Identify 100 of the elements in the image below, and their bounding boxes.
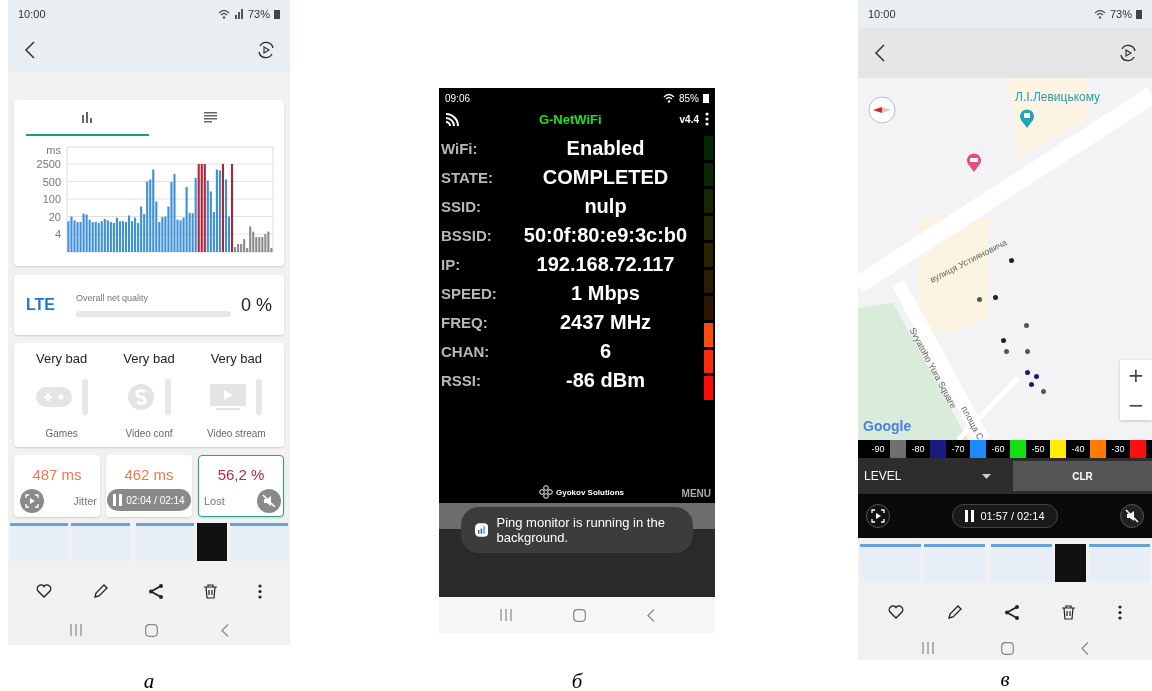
heart-icon[interactable] (887, 605, 904, 619)
info-value: COMPLETED (541, 166, 670, 189)
tick-label: 500 (42, 175, 61, 188)
legend-label: -90 (870, 443, 886, 456)
zoom-out-button[interactable]: − (1120, 390, 1152, 420)
thumbnail-image[interactable] (1088, 544, 1150, 582)
thumbnail-image[interactable] (924, 544, 986, 582)
battery-percent: 73% (1109, 8, 1132, 20)
stat-label: Jitter (73, 495, 97, 507)
info-label: IP: (441, 256, 462, 273)
battery-icon (703, 93, 709, 103)
legend-label: -70 (950, 443, 966, 456)
more-icon[interactable] (1118, 604, 1123, 620)
info-value: Enabled (565, 137, 646, 160)
legend-label: -60 (990, 443, 1006, 456)
zoom-in-button[interactable]: + (1120, 360, 1152, 390)
figure-caption: в (1000, 667, 1010, 691)
back-icon[interactable] (874, 44, 886, 62)
thumbnail-image[interactable] (229, 523, 288, 561)
trash-icon[interactable] (1062, 604, 1076, 620)
info-value: 192.168.72.117 (535, 253, 676, 276)
mute-icon[interactable] (1120, 504, 1144, 528)
usage-rating: Very bad (123, 351, 175, 366)
pencil-icon[interactable] (93, 583, 109, 599)
thumbnail-image[interactable] (991, 544, 1053, 582)
usage-rating: Very bad (210, 351, 262, 366)
tick-label: 4 (54, 228, 61, 240)
list-icon (204, 111, 217, 123)
more-icon[interactable] (705, 112, 709, 126)
legend-label: -50 (1030, 443, 1046, 456)
battery-icon (274, 9, 280, 19)
recents-icon[interactable] (921, 642, 934, 654)
recents-icon[interactable] (499, 609, 512, 621)
home-icon[interactable] (144, 623, 158, 637)
signal-icon (233, 9, 244, 19)
pencil-icon[interactable] (946, 604, 962, 620)
location-pin-icon[interactable] (1019, 108, 1035, 128)
legend-label: -80 (910, 443, 926, 456)
rotate-icon[interactable] (256, 40, 276, 60)
thumbnail-image[interactable] (197, 523, 227, 561)
info-value: -86 dBm (565, 369, 646, 392)
wifi-logo-icon (445, 111, 461, 127)
map-attribution: Google (863, 418, 912, 434)
company-logo-icon (539, 485, 553, 499)
trash-icon[interactable] (203, 583, 217, 599)
app-version: v4.4 (679, 113, 699, 125)
usage-rating: Very bad (36, 351, 88, 366)
home-icon[interactable] (1000, 641, 1014, 655)
chat-app-icon (127, 383, 155, 411)
toast-text: Ping monitor is running in the background. (496, 515, 666, 545)
playback-time: 01:57 / 02:14 (980, 510, 1045, 522)
menu-button[interactable]: MENU (681, 488, 711, 499)
home-icon[interactable] (572, 608, 586, 622)
info-label: SSID: (441, 198, 482, 215)
share-icon[interactable] (1004, 604, 1019, 620)
back-icon[interactable] (24, 41, 36, 59)
app-title: G-NetWiFi (537, 111, 603, 127)
playback-pill[interactable]: 01:57 / 02:14 (952, 504, 1058, 528)
thumbnail-image[interactable] (71, 523, 130, 561)
more-icon[interactable] (257, 583, 262, 599)
thumbnail-image[interactable] (135, 523, 195, 561)
tick-label: 2500 (36, 158, 61, 170)
info-label: SPEED: (441, 285, 498, 302)
quality-value: 0 % (240, 294, 272, 316)
stat-card[interactable]: 56,2 % Lost (198, 455, 284, 517)
pause-icon[interactable] (965, 510, 975, 522)
legend-label: -30 (1110, 443, 1126, 456)
bar-chart-icon (81, 111, 94, 123)
info-value: 1 Mbps (570, 282, 641, 305)
map-label: Л.І.Левицькому (1015, 90, 1101, 104)
stat-card[interactable]: 487 ms Jitter (14, 455, 100, 517)
usage-label: Video stream (206, 428, 266, 439)
recents-icon[interactable] (69, 624, 82, 636)
screen-record-icon[interactable] (866, 504, 890, 528)
figure-caption: а (143, 669, 155, 691)
info-label: FREQ: (441, 314, 489, 331)
mode-dropdown[interactable]: LEVEL (858, 458, 1013, 494)
rotate-icon[interactable] (1118, 43, 1138, 63)
compass-icon[interactable] (868, 96, 896, 124)
heart-icon[interactable] (36, 584, 53, 598)
gamepad-icon (35, 385, 72, 409)
figure-caption: б (571, 669, 583, 691)
wifi-icon (217, 9, 230, 19)
app-icon (475, 521, 489, 539)
axis-unit: ms (46, 146, 61, 156)
stat-label: Lost (204, 495, 225, 507)
network-type: LTE (26, 296, 57, 314)
wifi-icon (663, 93, 675, 103)
thumbnail-image[interactable] (10, 523, 69, 561)
clear-button[interactable]: CLR (1013, 461, 1152, 491)
thumbnail-image[interactable] (1055, 544, 1086, 582)
usage-label: Video conf (125, 428, 173, 439)
battery-percent: 85% (679, 92, 699, 104)
share-icon[interactable] (149, 583, 163, 599)
stat-value: 56,2 % (217, 466, 265, 483)
thumbnail-image[interactable] (860, 544, 922, 582)
info-value: nulp (583, 195, 628, 218)
video-icon (210, 383, 247, 411)
battery-percent: 73% (247, 8, 270, 20)
location-pin-icon[interactable] (966, 152, 982, 172)
